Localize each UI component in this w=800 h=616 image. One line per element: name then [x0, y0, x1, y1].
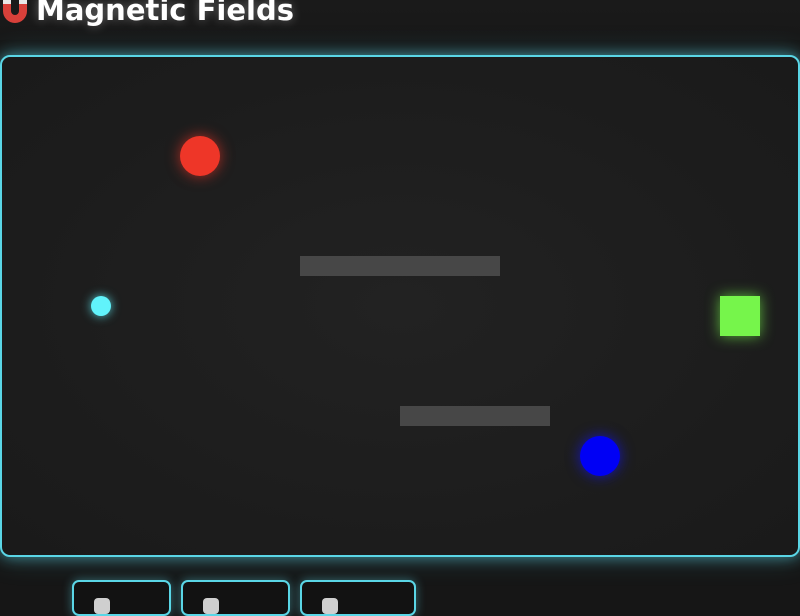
header: Magnetic Fields — [0, 0, 800, 40]
ball — [91, 296, 111, 316]
title-text: Magnetic Fields — [36, 0, 294, 27]
control-button-1[interactable] — [72, 580, 171, 616]
wall-block — [400, 406, 550, 426]
control-button-2[interactable] — [181, 580, 290, 616]
game-board[interactable] — [0, 55, 800, 557]
red-magnet[interactable] — [180, 136, 220, 176]
magnet-icon — [0, 0, 30, 25]
button-icon — [94, 598, 110, 614]
blue-magnet[interactable] — [580, 436, 620, 476]
wall-block — [300, 256, 500, 276]
goal-square — [720, 296, 760, 336]
button-icon — [203, 598, 219, 614]
button-icon — [322, 598, 338, 614]
control-button-3[interactable] — [300, 580, 416, 616]
control-bar — [0, 572, 800, 616]
page-title: Magnetic Fields — [0, 0, 294, 30]
